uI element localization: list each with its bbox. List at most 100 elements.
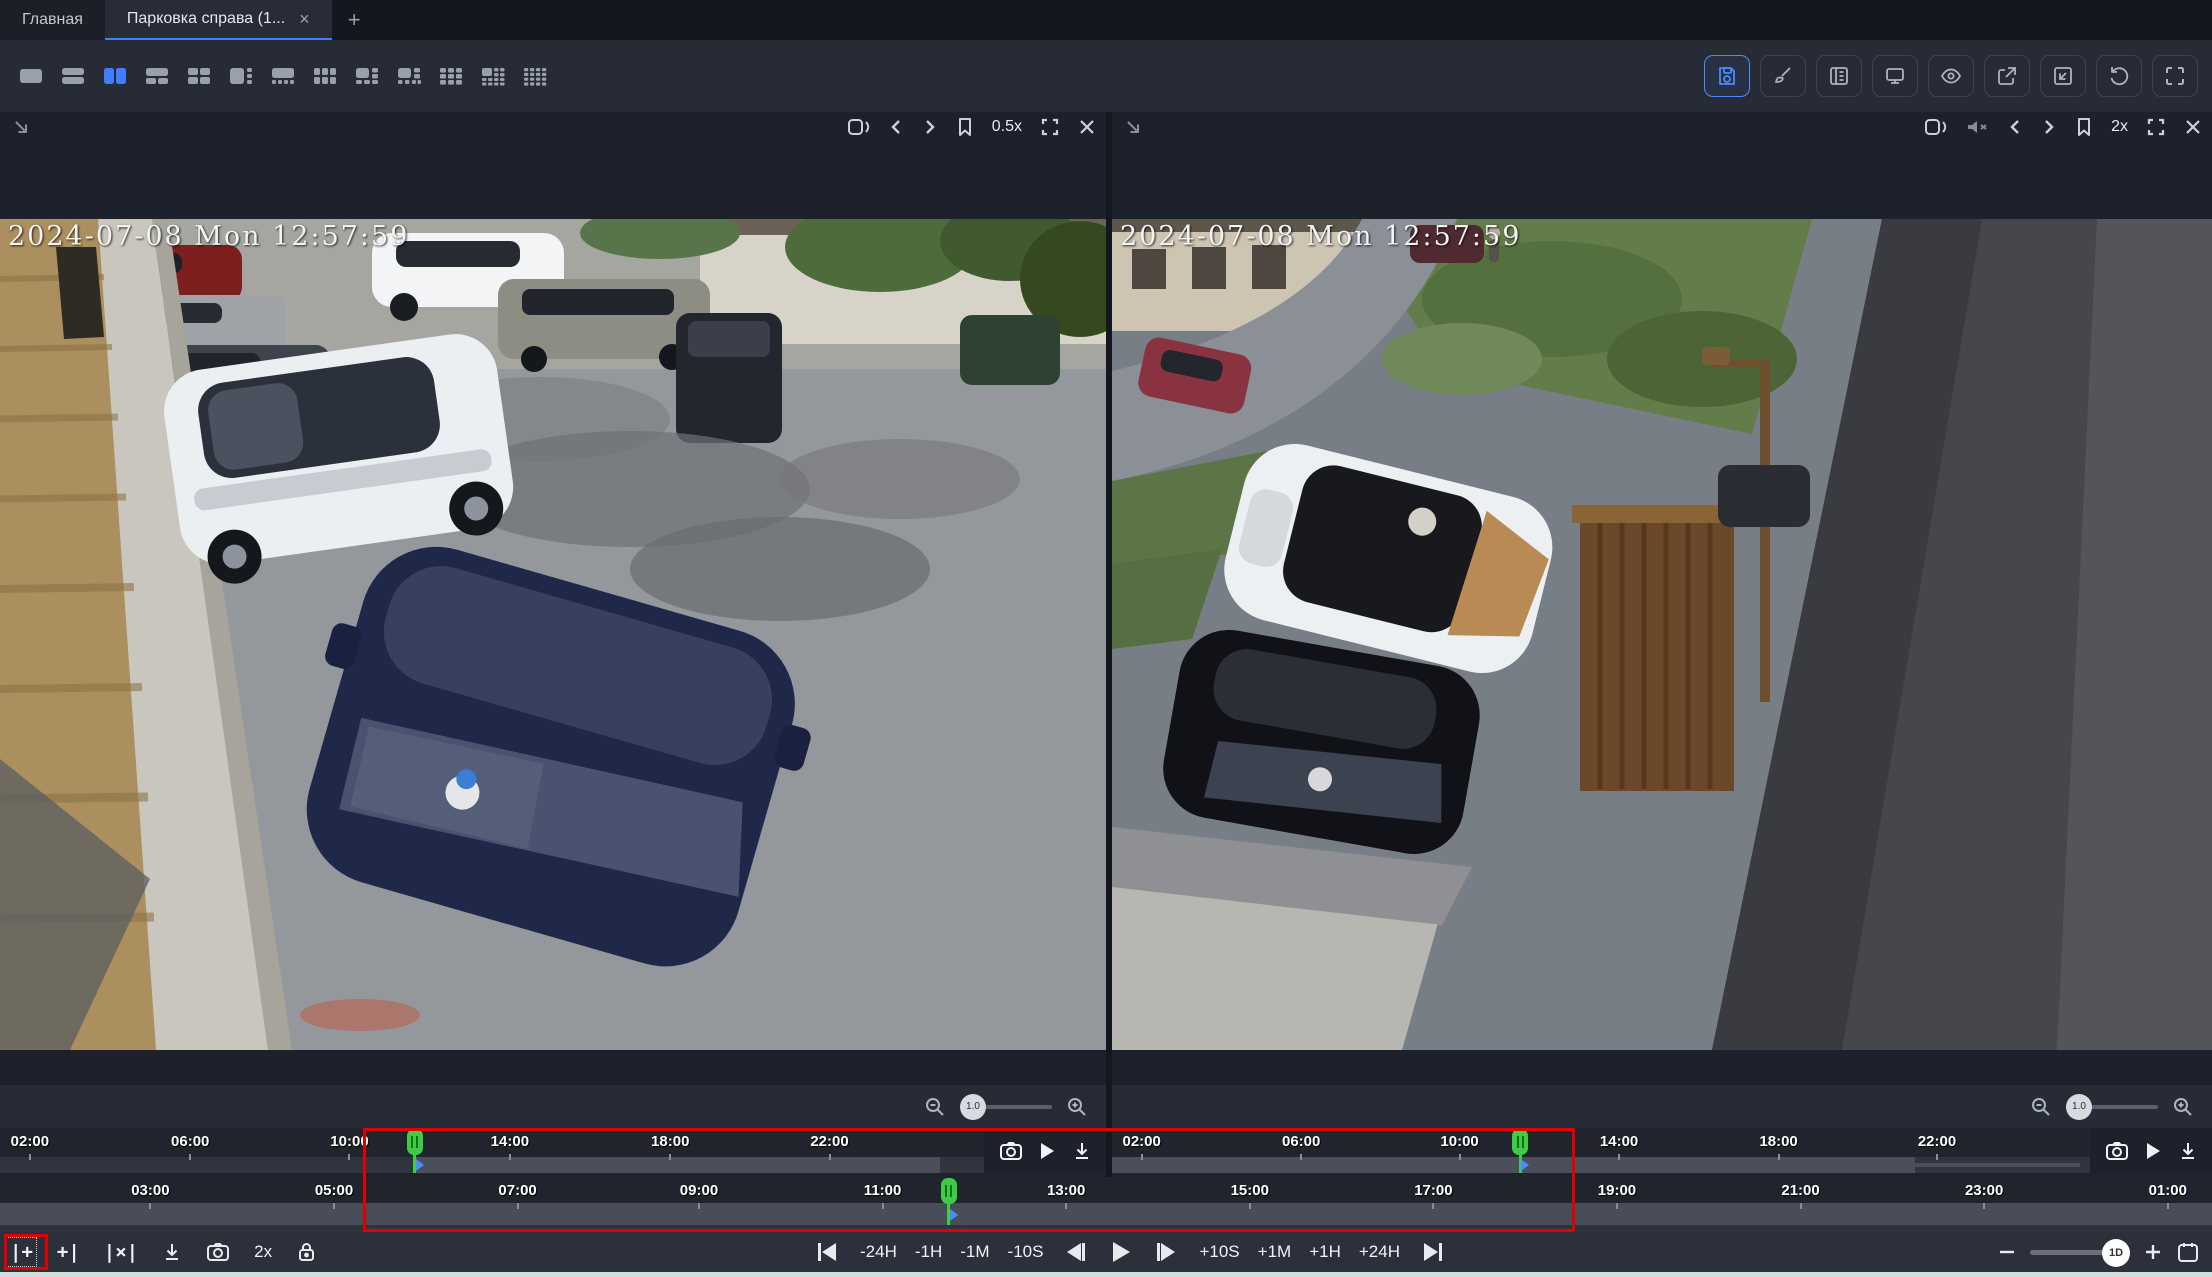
- bookmark-icon[interactable]: [956, 116, 974, 138]
- timeline-detail-row[interactable]: 03:0005:0007:0009:0011:0013:0015:0017:00…: [0, 1177, 2212, 1225]
- layout-option-1-plus-7[interactable]: [392, 63, 426, 89]
- zoom-out-icon[interactable]: [2030, 1096, 2052, 1118]
- range-knob[interactable]: 1D: [2102, 1239, 2130, 1267]
- prev-icon[interactable]: [2007, 117, 2023, 137]
- tick: [1141, 1154, 1143, 1160]
- next-icon[interactable]: [2041, 117, 2057, 137]
- brush-button[interactable]: [1760, 55, 1806, 97]
- step-back-button[interactable]: -1M: [960, 1242, 989, 1262]
- range-controls: 1D: [1998, 1232, 2200, 1272]
- zoom-in-icon[interactable]: [2172, 1096, 2194, 1118]
- resize-button[interactable]: [2040, 55, 2086, 97]
- step-forward-button[interactable]: +24H: [1359, 1242, 1400, 1262]
- download-icon[interactable]: [2178, 1140, 2198, 1162]
- step-forward-button[interactable]: +10S: [1199, 1242, 1239, 1262]
- tab-current[interactable]: Парковка справа (1... ×: [105, 0, 332, 40]
- layout-option-1-plus-12[interactable]: [476, 63, 510, 89]
- snapshot-icon[interactable]: [2105, 1140, 2129, 1162]
- speed-label[interactable]: 0.5x: [992, 118, 1022, 136]
- skip-start-icon[interactable]: [814, 1240, 840, 1264]
- layout-option-1-plus-2[interactable]: [140, 63, 174, 89]
- frame-forward-icon[interactable]: [1153, 1240, 1179, 1264]
- layout-option-2x2[interactable]: [182, 63, 216, 89]
- layout-option-1-plus-4-bottom[interactable]: [266, 63, 300, 89]
- view-button[interactable]: [1928, 55, 1974, 97]
- mark-clear-button[interactable]: |×|: [104, 1241, 138, 1263]
- layout-option-2-cols[interactable]: [98, 63, 132, 89]
- layout-option-2-rows[interactable]: [56, 63, 90, 89]
- step-back-button[interactable]: -1H: [915, 1242, 942, 1262]
- fullscreen-icon: [2163, 64, 2187, 88]
- timeline-zoom-slider[interactable]: 1.0: [960, 1105, 1052, 1109]
- play-icon[interactable]: [2143, 1140, 2163, 1162]
- download-icon[interactable]: [1072, 1140, 1092, 1162]
- save-button[interactable]: [1704, 55, 1750, 97]
- camera-video-right[interactable]: 2024-07-08 Mon 12:57:59: [1112, 219, 2212, 1050]
- step-back-button[interactable]: -24H: [860, 1242, 897, 1262]
- layout-option-3x3[interactable]: [434, 63, 468, 89]
- timeline-camera-left[interactable]: 02:0006:0010:0014:0018:0022:00: [0, 1128, 1106, 1173]
- panel-close-icon[interactable]: [1078, 118, 1096, 136]
- step-forward-button[interactable]: +1H: [1309, 1242, 1341, 1262]
- next-icon[interactable]: [922, 117, 938, 137]
- pip-frame-icon[interactable]: [1923, 116, 1947, 138]
- drag-corner-icon[interactable]: [10, 116, 32, 138]
- mute-icon[interactable]: [1965, 117, 1989, 137]
- panel-fullscreen-icon[interactable]: [1040, 117, 1060, 137]
- step-back-button[interactable]: -10S: [1008, 1242, 1044, 1262]
- tab-close-icon[interactable]: ×: [299, 10, 310, 28]
- step-forward-group: +10S +1M +1H +24H: [1199, 1242, 1400, 1262]
- prev-icon[interactable]: [888, 117, 904, 137]
- layout-option-4x4[interactable]: [518, 63, 552, 89]
- range-minus-button[interactable]: [1998, 1243, 2016, 1261]
- step-forward-button[interactable]: +1M: [1258, 1242, 1292, 1262]
- camera-video-left[interactable]: 2024-07-08 Mon 12:57:59: [0, 219, 1106, 1050]
- range-plus-button[interactable]: [2144, 1243, 2162, 1261]
- timeline-zoom-knob[interactable]: 1.0: [960, 1094, 986, 1120]
- export-download-icon[interactable]: [162, 1241, 182, 1263]
- panel-close-icon[interactable]: [2184, 118, 2202, 136]
- layout-option-1-plus-5-right[interactable]: [224, 63, 258, 89]
- layout-option-1-plus-5[interactable]: [350, 63, 384, 89]
- layout-option-3x2[interactable]: [308, 63, 342, 89]
- playhead-knob[interactable]: [407, 1129, 423, 1155]
- play-button-icon[interactable]: [1109, 1240, 1133, 1264]
- skip-end-icon[interactable]: [1420, 1240, 1446, 1264]
- reset-icon: [2107, 64, 2131, 88]
- mark-in-button[interactable]: |+: [10, 1241, 33, 1263]
- playhead-knob[interactable]: [1512, 1129, 1528, 1155]
- reset-button[interactable]: [2096, 55, 2142, 97]
- lock-icon[interactable]: [296, 1241, 316, 1263]
- time-label: 19:00: [1598, 1182, 1636, 1199]
- fullscreen-button[interactable]: [2152, 55, 2198, 97]
- recording-band: [1112, 1157, 1915, 1173]
- drag-corner-icon[interactable]: [1122, 116, 1144, 138]
- zoom-out-icon[interactable]: [924, 1096, 946, 1118]
- snapshot-icon[interactable]: [206, 1241, 230, 1263]
- pip-frame-icon[interactable]: [846, 116, 870, 138]
- mark-out-button[interactable]: +|: [57, 1241, 80, 1263]
- timeline-zoom-slider[interactable]: 1.0: [2066, 1105, 2158, 1109]
- frame-back-icon[interactable]: [1063, 1240, 1089, 1264]
- display-button[interactable]: [1872, 55, 1918, 97]
- tab-home[interactable]: Главная: [0, 0, 105, 40]
- timeline-zoom-knob[interactable]: 1.0: [2066, 1094, 2092, 1120]
- tick: [509, 1154, 511, 1160]
- share-button[interactable]: [1984, 55, 2030, 97]
- panel-fullscreen-icon[interactable]: [2146, 117, 2166, 137]
- calendar-icon[interactable]: [2176, 1240, 2200, 1264]
- timeline-camera-right[interactable]: 02:0006:0010:0014:0018:0022:00: [1112, 1128, 2212, 1173]
- time-label: 01:00: [2149, 1182, 2187, 1199]
- speed-label[interactable]: 2x: [2111, 118, 2128, 136]
- recording-band: [415, 1157, 940, 1173]
- playback-speed-button[interactable]: 2x: [254, 1242, 272, 1262]
- new-tab-button[interactable]: +: [332, 0, 377, 40]
- zoom-in-icon[interactable]: [1066, 1096, 1088, 1118]
- layout-option-1[interactable]: [14, 63, 48, 89]
- snapshot-icon[interactable]: [999, 1140, 1023, 1162]
- play-icon[interactable]: [1037, 1140, 1057, 1162]
- range-slider[interactable]: 1D: [2030, 1250, 2130, 1255]
- panels-button[interactable]: [1816, 55, 1862, 97]
- playhead-knob[interactable]: [941, 1178, 957, 1204]
- bookmark-icon[interactable]: [2075, 116, 2093, 138]
